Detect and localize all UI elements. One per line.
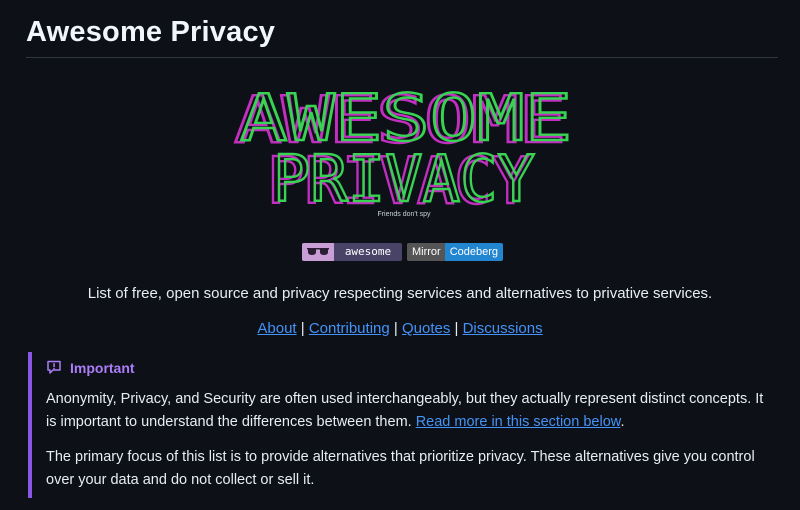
callout-title: Important xyxy=(70,360,135,376)
quotes-link[interactable]: Quotes xyxy=(402,320,450,337)
project-description: List of free, open source and privacy re… xyxy=(87,285,713,302)
readme-page: Awesome Privacy AWESOME AWESOME PRIVACY … xyxy=(0,0,800,510)
awesome-privacy-logo: AWESOME AWESOME PRIVACY PRIVACY Friends … xyxy=(233,81,573,220)
callout-p1-text: Anonymity, Privacy, and Security are oft… xyxy=(46,391,764,430)
badges-row: awesome Mirror Codeberg xyxy=(302,243,504,261)
awesome-badge-label: awesome xyxy=(334,243,402,261)
link-separator: | xyxy=(300,320,309,337)
mirror-badge-label: Mirror xyxy=(407,243,445,261)
important-callout: Important Anonymity, Privacy, and Securi… xyxy=(28,352,778,498)
callout-p1-end: . xyxy=(620,414,625,430)
about-link[interactable]: About xyxy=(257,320,296,337)
awesome-badge[interactable]: awesome xyxy=(302,243,402,261)
speech-bubble-icon xyxy=(46,359,62,378)
callout-header: Important xyxy=(46,358,778,378)
sunglasses-icon xyxy=(302,243,334,261)
callout-paragraph-2: The primary focus of this list is to pro… xyxy=(46,449,755,488)
link-separator: | xyxy=(393,320,402,337)
link-separator: | xyxy=(454,320,463,337)
codeberg-badge-label: Codeberg xyxy=(444,243,504,261)
nav-links: About | Contributing | Quotes | Discussi… xyxy=(0,319,800,339)
callout-paragraph-1: Anonymity, Privacy, and Security are oft… xyxy=(46,388,771,434)
page-title: Awesome Privacy xyxy=(26,16,276,48)
discussions-link[interactable]: Discussions xyxy=(463,320,543,337)
contributing-link[interactable]: Contributing xyxy=(309,320,390,337)
logo-line2: PRIVACY xyxy=(273,143,535,217)
title-divider xyxy=(26,57,778,58)
logo-tagline: Friends don't spy xyxy=(377,211,431,218)
codeberg-mirror-badge[interactable]: Mirror Codeberg xyxy=(407,243,504,261)
read-more-link[interactable]: Read more in this section below xyxy=(416,414,621,430)
